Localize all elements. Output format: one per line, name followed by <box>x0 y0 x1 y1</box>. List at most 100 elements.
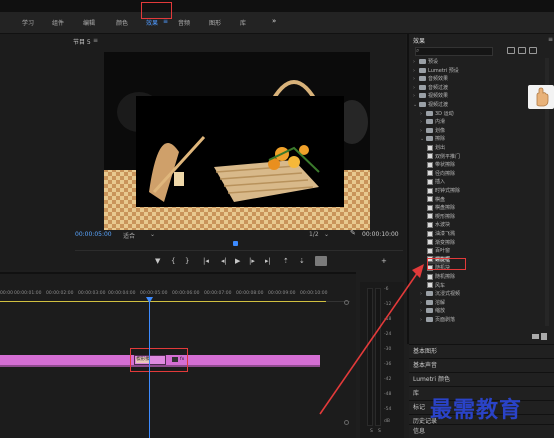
go-in-icon[interactable]: |◂ <box>203 257 209 265</box>
monitor-mini-ruler[interactable] <box>75 241 403 251</box>
video-frame <box>104 52 370 230</box>
db-label: dB <box>384 419 390 424</box>
tab-audio[interactable]: 音频 <box>178 18 190 27</box>
effects-transition-item[interactable]: 双侧平推门 <box>427 153 460 161</box>
tab-effects-menu-icon[interactable]: ≡ <box>163 18 168 25</box>
effects-folder-item[interactable]: › 划像 <box>420 127 445 135</box>
effects-item-label: 擦除 <box>435 136 446 143</box>
tab-graphics[interactable]: 图形 <box>209 18 221 27</box>
go-out-icon[interactable]: ▸| <box>265 257 271 265</box>
chevron-down-icon[interactable]: ⌄ <box>150 231 155 238</box>
add-button-icon[interactable]: + <box>381 257 387 265</box>
export-frame-button[interactable] <box>315 256 327 266</box>
step-forward-icon[interactable]: |▸ <box>249 257 255 265</box>
hand-icon <box>536 87 549 107</box>
effects-folder-item[interactable]: › 溶解 <box>420 299 445 307</box>
effects-transition-item[interactable]: 楔形擦除 <box>427 213 455 221</box>
panel-menu-icon[interactable]: ≡ <box>93 37 98 44</box>
work-area-bar[interactable] <box>0 301 326 302</box>
monitor-playhead[interactable] <box>233 241 238 246</box>
extract-icon[interactable]: ⇣ <box>299 257 305 265</box>
effects-item-label: 插入 <box>435 179 446 186</box>
effects-folder-item[interactable]: ⌄ 视频过渡 <box>413 101 448 109</box>
effects-item-label: 带状擦除 <box>435 162 456 169</box>
panel-menu-icon[interactable]: ≡ <box>548 36 553 43</box>
effects-folder-item[interactable]: › 3D 运动 <box>420 110 454 118</box>
in-point-icon[interactable]: { <box>171 257 175 265</box>
folder-icon <box>426 299 433 305</box>
effects-folder-item[interactable]: › Lumetri 预设 <box>413 67 459 75</box>
effects-transition-item[interactable]: 随机擦除 <box>427 273 455 281</box>
step-back-icon[interactable]: ◂| <box>221 257 227 265</box>
accelerated-effects-icon[interactable] <box>507 47 515 54</box>
effects-transition-item[interactable]: 油漆飞溅 <box>427 230 455 238</box>
marker-icon[interactable]: ▼ <box>155 257 160 265</box>
timeline-ruler[interactable]: 00:00 00:00:01:00 00:00:02:00 00:00:03:0… <box>0 288 350 302</box>
duration-timecode: 00:00:10:00 <box>362 231 399 238</box>
folder-icon <box>426 308 433 314</box>
effects-transition-item[interactable]: 带状擦除 <box>427 161 455 169</box>
effects-folder-item[interactable]: › 预设 <box>413 58 438 66</box>
chevron-down-icon[interactable]: ⌄ <box>324 231 329 238</box>
effects-folder-item[interactable]: › 音频效果 <box>413 75 448 83</box>
folder-icon <box>419 102 426 107</box>
program-monitor-title[interactable]: 节目 5 <box>73 37 91 46</box>
solo-button[interactable]: S <box>370 429 373 434</box>
yuv-effects-icon[interactable] <box>529 47 537 54</box>
effects-transition-item[interactable]: 风车 <box>427 282 445 290</box>
effects-transition-item[interactable]: 划出 <box>427 144 445 152</box>
32bit-effects-icon[interactable] <box>518 47 526 54</box>
current-timecode[interactable]: 00:00:05:00 <box>75 231 112 238</box>
folder-icon <box>426 127 433 133</box>
lift-icon[interactable]: ⇡ <box>283 257 289 265</box>
transition-icon <box>427 161 433 168</box>
wrench-icon[interactable]: ✎ <box>350 229 356 237</box>
solo-button[interactable]: S <box>378 429 381 434</box>
panel-info[interactable]: 信息 <box>409 424 554 438</box>
scroll-handle[interactable] <box>344 300 349 305</box>
tab-libraries[interactable]: 库 <box>240 18 246 27</box>
effects-folder-item[interactable]: ⌄ 擦除 <box>420 135 445 143</box>
effects-transition-item[interactable]: 径向擦除 <box>427 170 455 178</box>
effects-transition-item[interactable]: 棋盘擦除 <box>427 204 455 212</box>
more-workspaces-icon[interactable]: » <box>272 17 276 25</box>
transition-icon <box>427 196 433 203</box>
effects-folder-item[interactable]: › 缩放 <box>420 307 445 315</box>
panel-essential-graphics[interactable]: 基本图形 <box>409 344 554 359</box>
new-bin-icon[interactable] <box>532 334 539 339</box>
play-icon[interactable]: ▶ <box>235 257 240 265</box>
effects-folder-item[interactable]: › 页面剥落 <box>420 316 455 324</box>
tab-editing[interactable]: 编辑 <box>83 18 95 27</box>
effects-transition-item[interactable]: 渐变擦除 <box>427 239 455 247</box>
effects-transition-item[interactable]: 时钟式擦除 <box>427 187 460 195</box>
effects-panel-title[interactable]: 效果 <box>413 36 425 45</box>
effects-transition-item[interactable]: 百叶窗 <box>427 247 450 255</box>
transition-icon <box>427 247 433 254</box>
scroll-handle[interactable] <box>344 420 349 425</box>
tab-color[interactable]: 颜色 <box>116 18 128 27</box>
panel-essential-sound[interactable]: 基本声音 <box>409 358 554 373</box>
tab-assembly[interactable]: 组件 <box>52 18 64 27</box>
effects-folder-item[interactable]: › 内滑 <box>420 118 445 126</box>
zoom-fit-select[interactable]: 适合 <box>123 231 135 240</box>
out-point-icon[interactable]: } <box>185 257 189 265</box>
effects-folder-item[interactable]: › 沉浸式视频 <box>420 290 460 298</box>
tick-label: 00:00:02:00 <box>46 291 74 296</box>
effects-transition-item[interactable]: 水波块 <box>427 221 450 229</box>
panel-lumetri-color[interactable]: Lumetri 颜色 <box>409 372 554 387</box>
effects-transition-item[interactable]: 棋盘 <box>427 196 445 204</box>
effects-search-input[interactable] <box>415 47 493 56</box>
tick-label: 00:00:09:00 <box>268 291 296 296</box>
tab-effects[interactable]: 效果 <box>146 18 158 27</box>
effects-item-label: 随机擦除 <box>435 274 456 280</box>
timeline-zoom-scroll[interactable] <box>344 300 349 430</box>
db-label: -48 <box>384 392 392 397</box>
resolution-select[interactable]: 1/2 <box>309 231 319 238</box>
effects-folder-item[interactable]: › 视频效果 <box>413 92 448 100</box>
effects-transition-item[interactable]: 插入 <box>427 178 445 186</box>
effects-item-label: 3D 运动 <box>435 110 454 117</box>
tab-learn[interactable]: 学习 <box>22 18 34 27</box>
effects-folder-item[interactable]: › 音频过渡 <box>413 84 448 92</box>
effects-item-label: 棋盘擦除 <box>435 205 456 212</box>
trash-icon[interactable] <box>541 333 547 340</box>
